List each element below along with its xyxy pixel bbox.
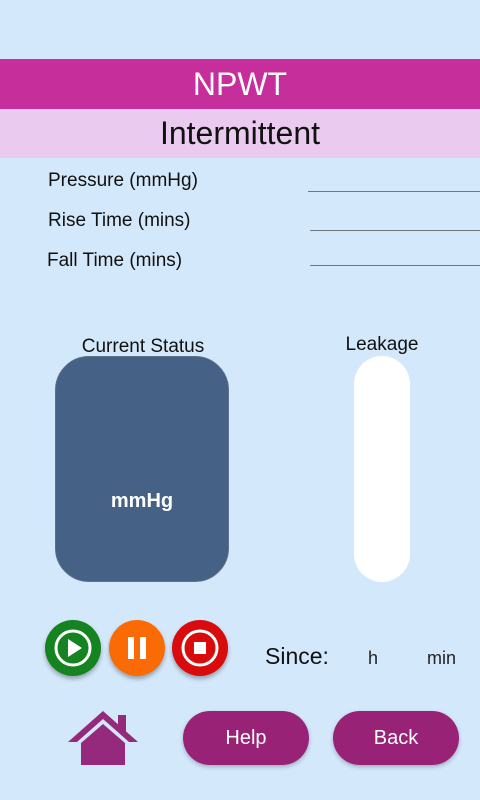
hours-unit: h (368, 648, 379, 668)
stop-icon (181, 629, 219, 667)
back-button[interactable]: Back (333, 711, 459, 765)
pause-button[interactable] (109, 620, 165, 676)
leakage-label: Leakage (345, 334, 419, 355)
current-status-display: mmHg (55, 356, 229, 582)
current-status-label: Current Status (81, 336, 205, 357)
play-button[interactable] (45, 620, 101, 676)
pressure-label: Pressure (mmHg) (48, 170, 198, 191)
mode-title: Intermittent (0, 109, 480, 158)
fall-time-label: Fall Time (mins) (47, 250, 183, 271)
pause-icon (128, 637, 146, 659)
minutes-unit: min (427, 648, 457, 668)
leakage-bar (354, 356, 410, 582)
status-unit: mmHg (110, 490, 174, 512)
stop-button[interactable] (172, 620, 228, 676)
help-button[interactable]: Help (183, 711, 309, 765)
home-button[interactable] (66, 708, 140, 768)
since-label: Since: (265, 643, 329, 669)
play-icon (54, 629, 92, 667)
pressure-field[interactable] (308, 191, 480, 192)
app-title: NPWT (0, 59, 480, 109)
rise-time-label: Rise Time (mins) (48, 210, 191, 231)
fall-time-field[interactable] (310, 265, 480, 266)
rise-time-field[interactable] (310, 230, 480, 231)
home-icon (68, 711, 138, 765)
